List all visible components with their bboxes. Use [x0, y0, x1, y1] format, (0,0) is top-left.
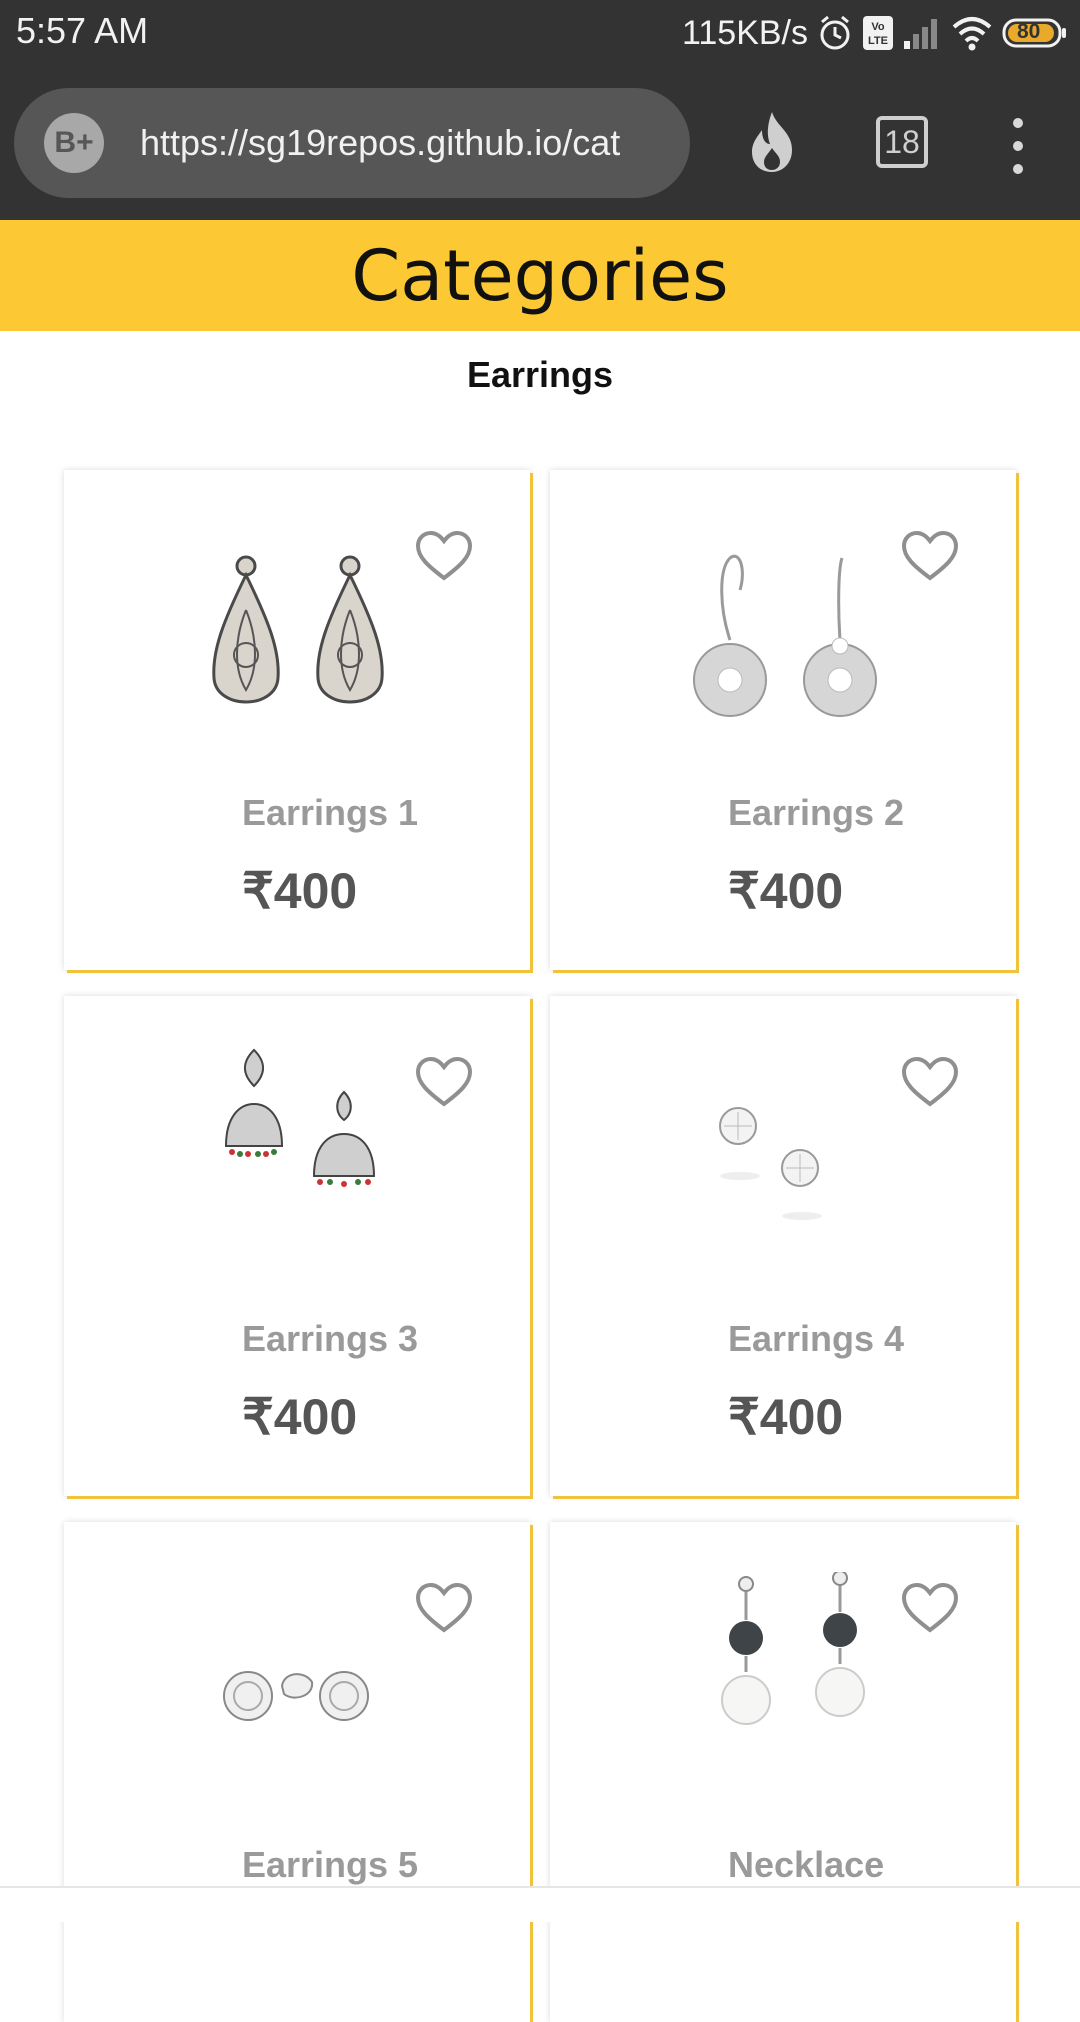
product-card[interactable]: Earrings 4 ₹400	[550, 996, 1016, 1496]
overflow-menu-icon[interactable]	[1006, 118, 1030, 178]
product-name[interactable]: Earrings 2	[728, 792, 904, 834]
address-bar[interactable]: B+ https://sg19repos.github.io/cat	[14, 88, 690, 198]
product-card[interactable]: Earrings 2 ₹400	[550, 470, 1016, 970]
product-image[interactable]	[690, 1076, 890, 1256]
product-card[interactable]: Earrings 5	[64, 1522, 530, 2022]
url-text[interactable]: https://sg19repos.github.io/cat	[140, 118, 666, 168]
heart-icon[interactable]	[414, 530, 474, 582]
svg-text:LTE: LTE	[868, 35, 888, 47]
product-name[interactable]: Necklace	[728, 1844, 884, 1886]
product-price: ₹400	[728, 1389, 844, 1445]
product-image[interactable]	[214, 1046, 414, 1226]
heart-icon[interactable]	[414, 1056, 474, 1108]
product-price: ₹400	[728, 863, 844, 919]
product-name[interactable]: Earrings 1	[242, 792, 418, 834]
product-name[interactable]: Earrings 5	[242, 1844, 418, 1886]
heart-icon[interactable]	[414, 1582, 474, 1634]
product-image[interactable]	[690, 1570, 890, 1752]
browser-toolbar: B+ https://sg19repos.github.io/cat 18	[0, 66, 1080, 220]
product-card[interactable]: Necklace	[550, 1522, 1016, 2022]
svg-text:Vo: Vo	[871, 21, 885, 33]
product-image[interactable]	[204, 1602, 404, 1782]
heart-icon[interactable]	[900, 1056, 960, 1108]
status-time: 5:57 AM	[16, 10, 149, 51]
volte-icon: Vo LTE	[862, 15, 894, 51]
product-card[interactable]: Earrings 3 ₹400	[64, 996, 530, 1496]
bottom-bar	[0, 1886, 1080, 1922]
page-title: Categories	[351, 234, 729, 317]
status-bar: 5:57 AM 115KB/s Vo LTE 80	[0, 0, 1080, 66]
page-header: Categories	[0, 220, 1080, 331]
tab-switcher-button[interactable]: 18	[876, 116, 928, 168]
heart-icon[interactable]	[900, 530, 960, 582]
product-price: ₹400	[242, 1389, 358, 1445]
battery-icon: 80	[1002, 17, 1068, 49]
alarm-icon	[816, 14, 854, 52]
network-speed: 115KB/s	[681, 13, 808, 52]
fire-icon[interactable]	[742, 110, 802, 174]
product-name[interactable]: Earrings 4	[728, 1318, 904, 1360]
product-price: ₹400	[242, 863, 358, 919]
site-badge-icon[interactable]: B+	[44, 113, 104, 173]
section-title: Earrings	[466, 354, 614, 395]
wifi-icon	[950, 15, 994, 51]
battery-level: 80	[1017, 20, 1041, 43]
product-name[interactable]: Earrings 3	[242, 1318, 418, 1360]
product-card[interactable]: Earrings 1 ₹400	[64, 470, 530, 970]
signal-icon	[902, 15, 942, 51]
product-image[interactable]	[690, 550, 890, 730]
product-image[interactable]	[204, 550, 404, 730]
status-icons: 115KB/s Vo LTE 80	[682, 10, 1068, 56]
heart-icon[interactable]	[900, 1582, 960, 1634]
